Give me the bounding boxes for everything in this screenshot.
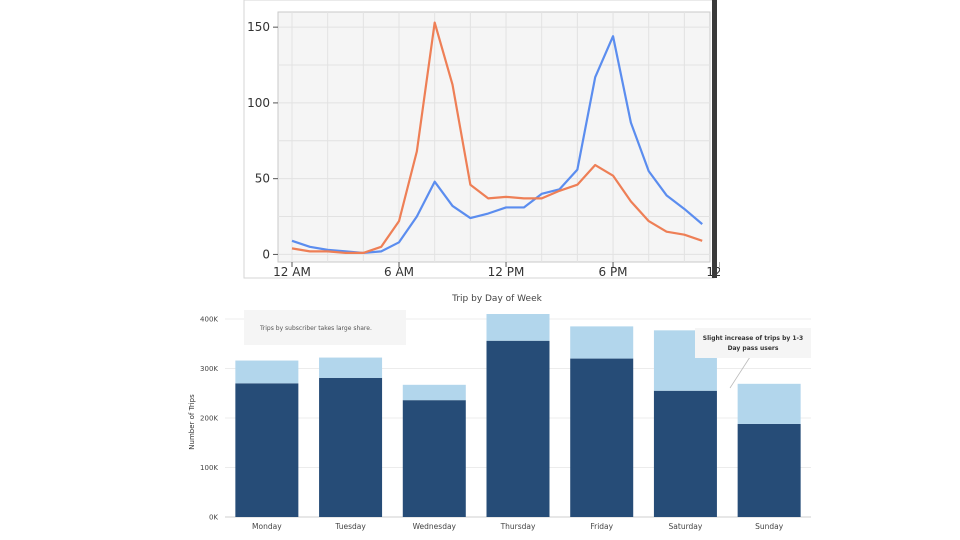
bar-segment-1 xyxy=(402,400,466,517)
bar-segment-2 xyxy=(319,357,383,378)
y-tick-label: 0 xyxy=(262,247,270,261)
svg-text:Day pass users: Day pass users xyxy=(728,345,779,352)
bar-segment-1 xyxy=(319,377,383,517)
bar-segment-2 xyxy=(235,360,299,384)
svg-text:Trips by subscriber takes larg: Trips by subscriber takes large share. xyxy=(259,325,372,332)
y-tick-label: 0K xyxy=(209,514,218,522)
plot-inner-area xyxy=(277,11,711,263)
bar-segment-2 xyxy=(570,326,634,359)
bar-segment-1 xyxy=(486,340,550,517)
bar-segment-2 xyxy=(486,314,550,341)
chart-title: Trip by Day of Week xyxy=(451,294,542,304)
y-tick-label: 300K xyxy=(200,365,218,373)
x-tick-label: 12 AM xyxy=(273,265,311,279)
x-tick-label: Friday xyxy=(590,522,613,531)
hourly-trips-line-chart: 050100150 12 AM6 AM12 PM6 PM12 A xyxy=(243,0,720,279)
y-tick-label: 100K xyxy=(200,464,218,472)
y-axis-label: Number of Trips xyxy=(188,394,196,450)
x-tick-label: Saturday xyxy=(669,522,703,531)
bar-segment-1 xyxy=(570,358,634,517)
trips-by-day-bar-chart: Trip by Day of Week Number of Trips 0K 10… xyxy=(188,294,811,531)
x-tick-label: Monday xyxy=(252,522,282,531)
panel-edge xyxy=(712,0,717,278)
x-tick-label: 12 PM xyxy=(488,265,525,279)
x-tick-label: Tuesday xyxy=(334,522,366,531)
y-tick-label: 100 xyxy=(247,96,270,110)
annotation-subscriber-share: Trips by subscriber takes large share. xyxy=(244,310,406,345)
svg-text:Slight increase of trips by 1-: Slight increase of trips by 1-3 xyxy=(703,335,803,342)
y-tick-label: 200K xyxy=(200,414,218,422)
y-tick-label: 150 xyxy=(247,20,270,34)
x-tick-label: 6 PM xyxy=(599,265,628,279)
bar-segment-1 xyxy=(653,390,717,517)
x-tick-label: Wednesday xyxy=(413,522,457,531)
bar-segment-1 xyxy=(737,423,801,517)
x-tick-label: Sunday xyxy=(755,522,784,531)
y-tick-label: 50 xyxy=(255,172,270,186)
y-tick-label: 400K xyxy=(200,315,218,323)
x-tick-label: Thursday xyxy=(500,522,536,531)
bar-segment-2 xyxy=(402,384,466,401)
x-tick-label: 6 AM xyxy=(384,265,414,279)
bar-segment-1 xyxy=(235,383,299,517)
bar-segment-2 xyxy=(737,383,801,424)
